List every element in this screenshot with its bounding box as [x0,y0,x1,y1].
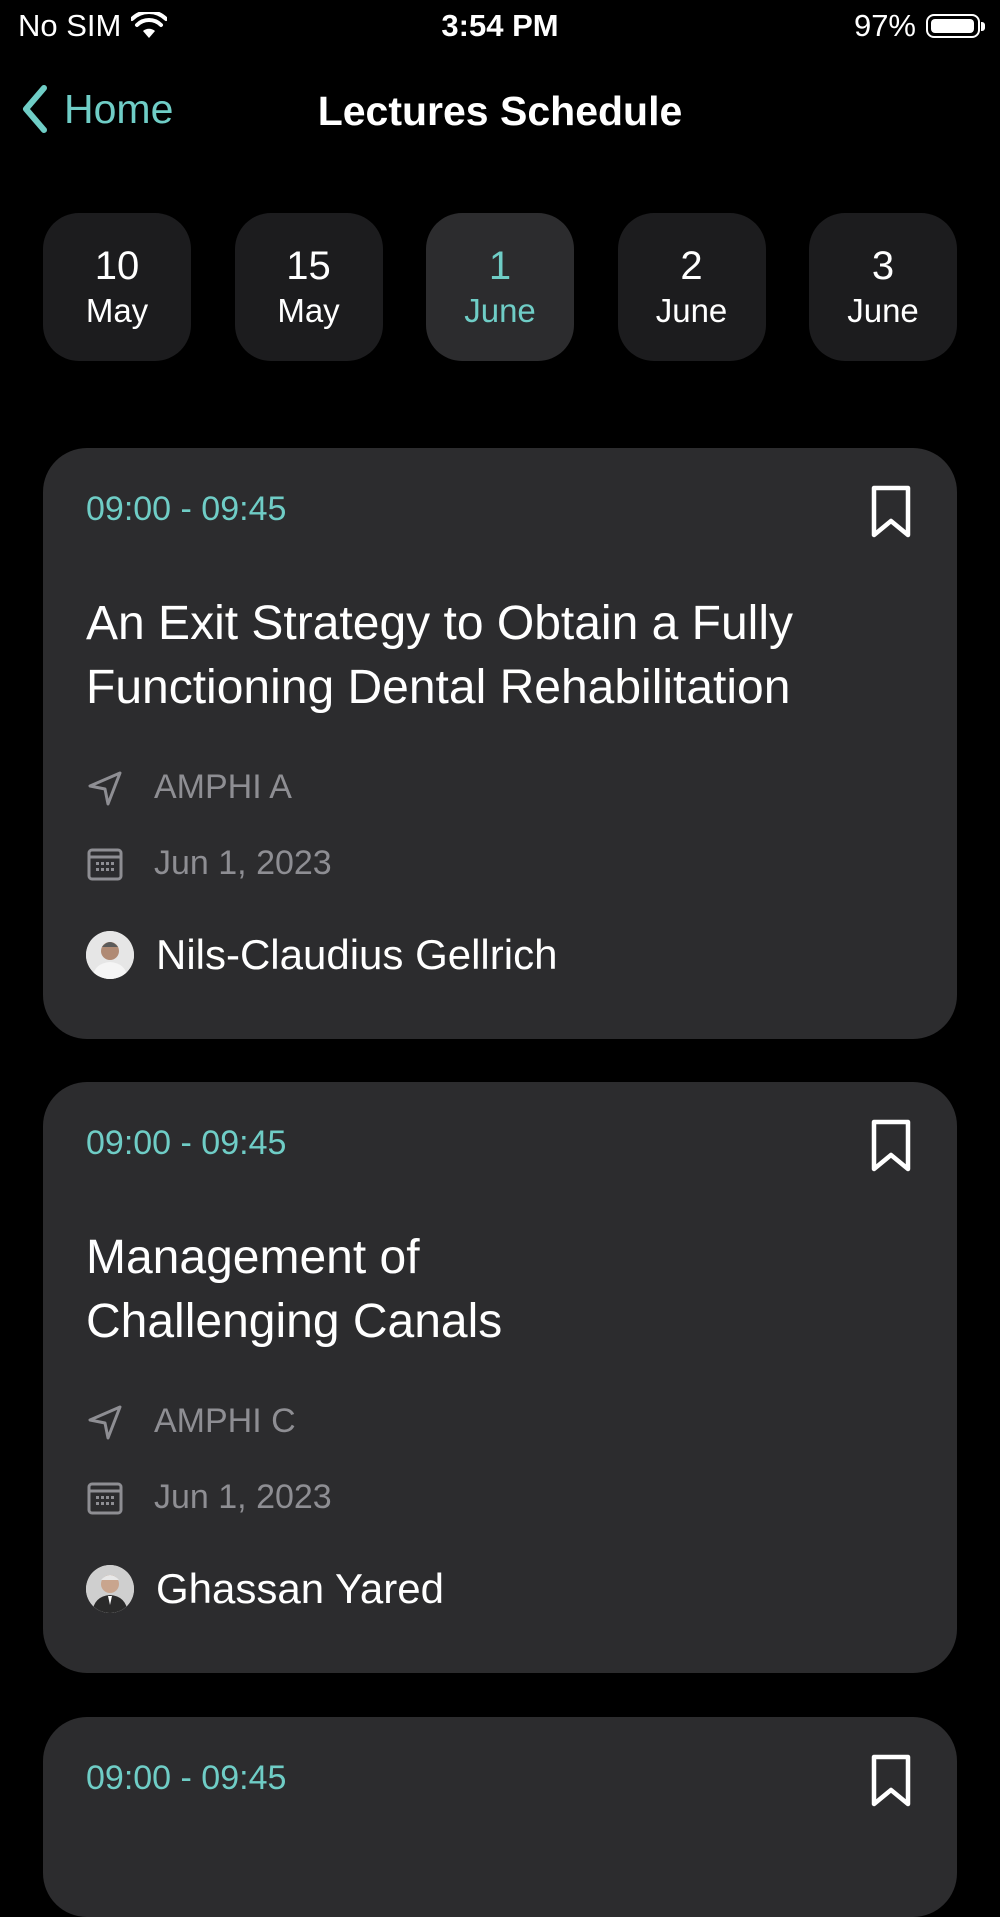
date-day: 2 [680,244,703,288]
date-chip-10-may[interactable]: 10 May [43,213,191,361]
date-month: June [847,292,919,329]
date-month: June [464,292,536,329]
date-month: May [85,292,149,329]
date-day: 1 [488,244,512,288]
bookmark-icon[interactable] [869,1753,913,1809]
battery-fill [931,19,974,33]
speaker-row[interactable]: Nils-Claudius Gellrich [86,931,557,979]
nav-bar: Home Lectures Schedule [0,70,1000,156]
date-chip-15-may[interactable]: 15 May [234,213,383,361]
date-day: 3 [871,244,895,288]
lecture-time: 09:00 - 09:45 [86,1759,287,1797]
date-selector: 10 May 15 May 1 June 2 June 3 June [43,213,957,361]
lecture-location: AMPHI C [154,1402,296,1440]
lecture-location-row: AMPHI A [86,768,292,807]
status-bar: No SIM 3:54 PM 97% [0,0,1000,54]
date-month: May [277,292,340,329]
speaker-name: Nils-Claudius Gellrich [156,931,558,978]
location-arrow-icon [86,769,124,807]
speaker-row[interactable]: Ghassan Yared [86,1565,444,1613]
battery-icon [926,14,985,38]
status-right: 97% [853,8,985,44]
lecture-card[interactable]: 09:00 - 09:45 Management of Challenging … [43,1082,957,1673]
calendar-icon [86,1479,124,1517]
avatar [86,931,134,979]
date-chip-2-june[interactable]: 2 June [617,213,766,361]
date-month: June [655,292,728,329]
speaker-name: Ghassan Yared [156,1565,444,1612]
lecture-title: Management of Challenging Canals [86,1231,503,1348]
lecture-date: Jun 1, 2023 [154,1478,332,1516]
avatar [86,1565,134,1613]
lecture-date: Jun 1, 2023 [154,844,332,882]
date-chip-3-june[interactable]: 3 June [809,213,957,361]
lecture-card[interactable]: 09:00 - 09:45 An Exit Strategy to Obtain… [43,448,957,1039]
lecture-title: An Exit Strategy to Obtain a Fully Funct… [86,597,793,714]
date-day: 10 [94,244,140,288]
location-arrow-icon [86,1403,124,1441]
page-title: Lectures Schedule [317,88,683,134]
lecture-card[interactable]: 09:00 - 09:45 [43,1717,957,1917]
calendar-icon [86,845,124,883]
bookmark-icon[interactable] [869,1118,913,1174]
lecture-time: 09:00 - 09:45 [86,490,287,528]
bookmark-icon[interactable] [869,484,913,540]
lecture-location: AMPHI A [154,768,292,806]
date-chip-1-june[interactable]: 1 June [426,213,574,361]
lecture-date-row: Jun 1, 2023 [86,1478,332,1517]
lecture-date-row: Jun 1, 2023 [86,844,332,883]
battery-cap [981,22,985,31]
battery-percent: 97% [853,8,916,43]
status-time: 3:54 PM [441,8,559,43]
lecture-location-row: AMPHI C [86,1402,296,1441]
lecture-time: 09:00 - 09:45 [86,1124,287,1162]
date-day: 15 [286,244,331,288]
